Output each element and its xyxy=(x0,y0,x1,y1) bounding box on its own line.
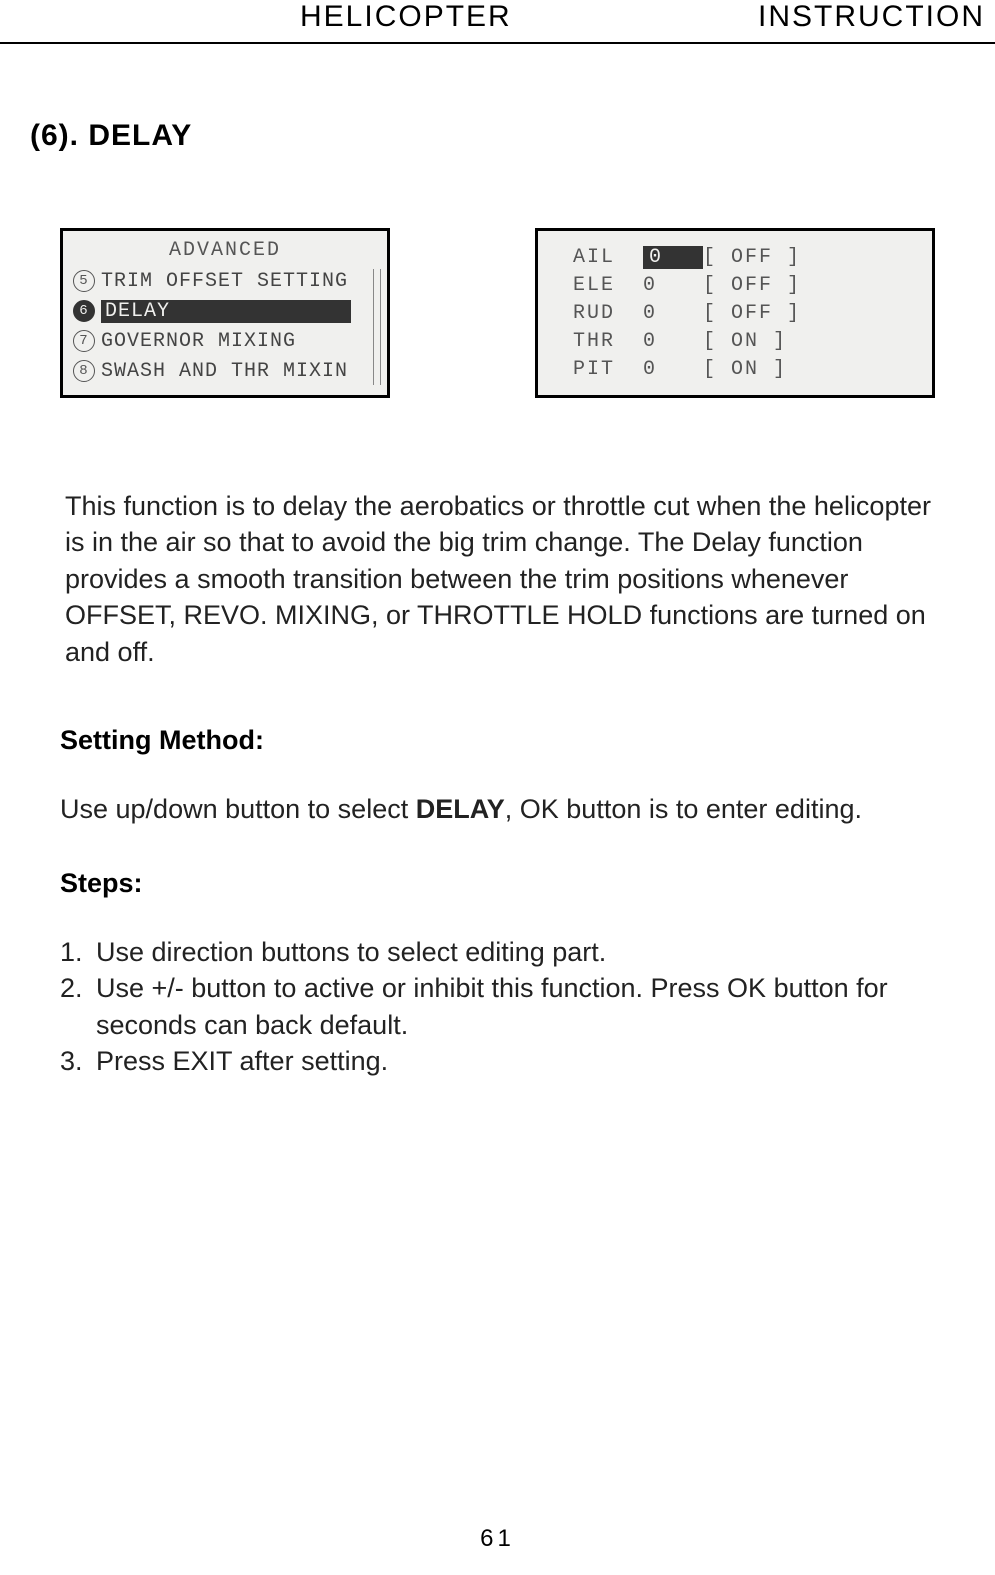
menu-item-number: 7 xyxy=(73,330,95,352)
menu-item: 5 TRIM OFFSET SETTING xyxy=(73,266,377,296)
step-text: Use direction buttons to select editing … xyxy=(96,934,935,970)
value-label: RUD xyxy=(573,302,643,325)
value-state: [ ON ] xyxy=(703,330,787,353)
value-number: 0 xyxy=(643,246,703,269)
steps-list: 1.Use direction buttons to select editin… xyxy=(60,934,935,1080)
value-label: PIT xyxy=(573,358,643,381)
value-row: PIT0[ ON ] xyxy=(573,355,912,383)
header-right: INSTRUCTION xyxy=(758,0,985,34)
menu-item-label: TRIM OFFSET SETTING xyxy=(101,270,348,293)
menu-item-number: 6 xyxy=(73,300,95,322)
section-title: (6). DELAY xyxy=(30,119,995,153)
value-row: RUD0[ OFF ] xyxy=(573,299,912,327)
value-row: AIL0[ OFF ] xyxy=(573,243,912,271)
menu-item: 6 DELAY xyxy=(73,296,377,326)
menu-item-label: DELAY xyxy=(101,300,351,323)
setting-method-bold: DELAY xyxy=(416,794,505,824)
menu-item-number: 8 xyxy=(73,360,95,382)
page-header: HELICOPTER INSTRUCTION xyxy=(0,0,995,42)
menu-item: 7 GOVERNOR MIXING xyxy=(73,326,377,356)
step-item: 3.Press EXIT after setting. xyxy=(60,1043,935,1079)
lcd-values-screen: AIL0[ OFF ]ELE0[ OFF ]RUD0[ OFF ]THR0[ O… xyxy=(535,228,935,398)
value-state: [ OFF ] xyxy=(703,274,801,297)
step-text: Use +/- button to active or inhibit this… xyxy=(96,970,935,1043)
value-state: [ OFF ] xyxy=(703,246,801,269)
step-text: Press EXIT after setting. xyxy=(96,1043,935,1079)
header-left: HELICOPTER xyxy=(300,0,512,34)
value-number: 0 xyxy=(643,274,703,297)
steps-heading: Steps: xyxy=(60,868,995,899)
setting-method-pre: Use up/down button to select xyxy=(60,794,416,824)
step-number: 3. xyxy=(60,1043,96,1079)
value-label: ELE xyxy=(573,274,643,297)
page-number: 61 xyxy=(0,1525,995,1553)
value-number: 0 xyxy=(643,358,703,381)
step-number: 1. xyxy=(60,934,96,970)
lcd-menu-screen: ADVANCED 5 TRIM OFFSET SETTING 6 DELAY 7 GOVE… xyxy=(60,228,390,398)
setting-method-heading: Setting Method: xyxy=(60,725,995,756)
menu-item-number: 5 xyxy=(73,270,95,292)
step-item: 1.Use direction buttons to select editin… xyxy=(60,934,935,970)
step-number: 2. xyxy=(60,970,96,1043)
value-row: ELE0[ OFF ] xyxy=(573,271,912,299)
value-row: THR0[ ON ] xyxy=(573,327,912,355)
scrollbar-track xyxy=(373,269,381,385)
menu-item-label: GOVERNOR MIXING xyxy=(101,330,296,353)
value-label: AIL xyxy=(573,246,643,269)
setting-method-text: Use up/down button to select DELAY, OK b… xyxy=(60,791,930,827)
setting-method-post: , OK button is to enter editing. xyxy=(505,794,862,824)
value-number: 0 xyxy=(643,330,703,353)
value-state: [ OFF ] xyxy=(703,302,801,325)
value-label: THR xyxy=(573,330,643,353)
value-number: 0 xyxy=(643,302,703,325)
lcd-screens: ADVANCED 5 TRIM OFFSET SETTING 6 DELAY 7 GOVE… xyxy=(60,228,935,398)
value-state: [ ON ] xyxy=(703,358,787,381)
description-text: This function is to delay the aerobatics… xyxy=(65,488,935,670)
step-item: 2.Use +/- button to active or inhibit th… xyxy=(60,970,935,1043)
header-rule xyxy=(0,42,995,44)
lcd-menu-title: ADVANCED xyxy=(73,239,377,262)
menu-item: 8 SWASH AND THR MIXIN xyxy=(73,356,377,386)
menu-item-label: SWASH AND THR MIXIN xyxy=(101,360,348,383)
